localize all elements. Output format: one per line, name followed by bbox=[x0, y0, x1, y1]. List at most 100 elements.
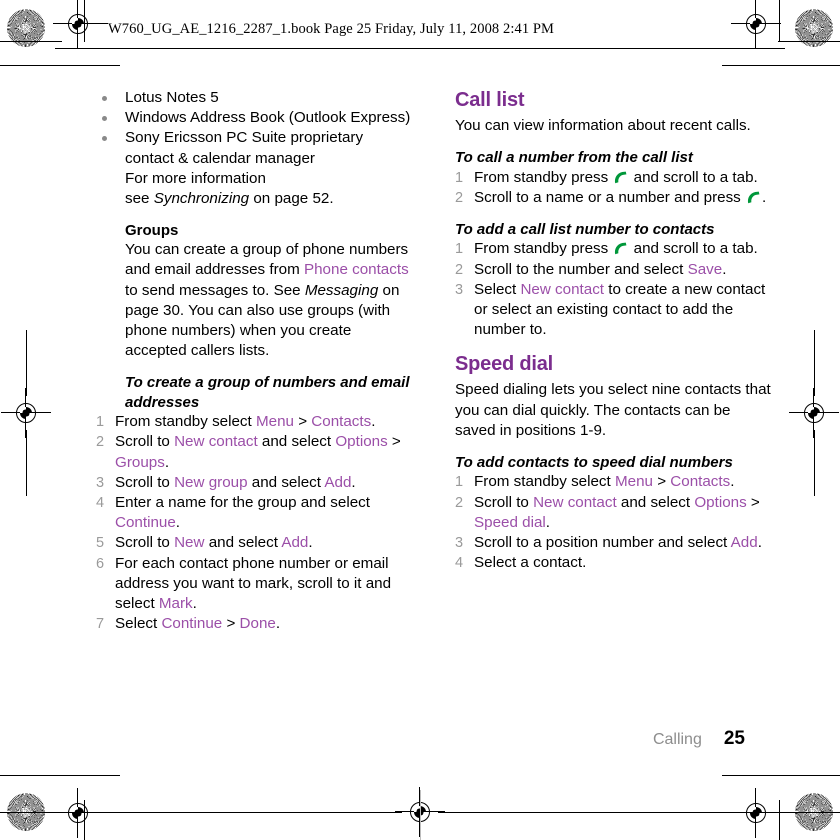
steps-add-speed-dial: From standby select Menu > Contacts. Scr… bbox=[455, 472, 775, 573]
step-text-end: . bbox=[308, 534, 313, 552]
groups-heading: Groups bbox=[125, 222, 179, 240]
step-item: Select a contact. bbox=[455, 553, 775, 573]
ui-term-add: Add bbox=[324, 473, 352, 491]
step-text-mid: and select bbox=[247, 473, 325, 491]
groups-paragraph: You can create a group of phone numbers … bbox=[125, 240, 416, 361]
step-text: From standby select bbox=[115, 413, 256, 431]
groups-section: Groups You can create a group of phone n… bbox=[96, 221, 416, 361]
step-text-end: . bbox=[722, 260, 727, 278]
ui-term-menu: Menu bbox=[255, 413, 294, 431]
task-heading-add-call-list-number: To add a call list number to contacts bbox=[455, 221, 715, 239]
step-text: Scroll to a position number and select bbox=[474, 534, 731, 552]
call-key-icon bbox=[613, 170, 628, 183]
steps-add-number-to-contacts: From standby press and scroll to a tab. … bbox=[455, 239, 775, 340]
registration-target-top-left bbox=[53, 0, 103, 49]
path-separator: > bbox=[293, 413, 312, 431]
cross-reference-title: Synchronizing bbox=[153, 190, 250, 208]
step-item: Scroll to New and select Add. bbox=[96, 533, 416, 553]
registration-target-left-middle bbox=[1, 388, 51, 438]
ui-term-continue: Continue bbox=[115, 514, 176, 532]
step-item: Scroll to New contact and select Options… bbox=[455, 493, 775, 533]
step-text: Scroll to bbox=[474, 493, 534, 511]
step-text: For each contact phone number or email a… bbox=[115, 554, 392, 613]
path-separator: > bbox=[222, 615, 240, 633]
list-item: Lotus Notes 5 bbox=[96, 88, 416, 108]
step-text-end: . bbox=[761, 188, 767, 206]
registration-target-bottom-right bbox=[731, 788, 781, 838]
ui-term-mark: Mark bbox=[158, 595, 193, 613]
page-number: 25 bbox=[723, 728, 745, 749]
step-text-end: . bbox=[371, 413, 376, 431]
list-item-line-3: For more information bbox=[125, 169, 266, 187]
ui-term-new-contact: New contact bbox=[174, 433, 258, 451]
path-separator: > bbox=[652, 473, 671, 491]
step-text: From standby select bbox=[474, 473, 615, 491]
list-item: Sony Ericsson PC Suite proprietary conta… bbox=[96, 128, 416, 209]
ui-term-speed-dial: Speed dial bbox=[474, 513, 546, 531]
ui-term-new-contact: New contact bbox=[533, 493, 617, 511]
step-text: Scroll to bbox=[115, 473, 175, 491]
ui-term-options: Options bbox=[335, 433, 388, 451]
ui-term-contacts: Contacts bbox=[670, 473, 731, 491]
cross-reference-page: on page 52. bbox=[249, 190, 334, 208]
call-key-icon bbox=[746, 190, 761, 204]
task-heading-call-number: To call a number from the call list bbox=[455, 149, 693, 167]
step-text-end: and scroll to a tab. bbox=[629, 168, 758, 186]
registration-target-top-right bbox=[731, 0, 781, 49]
supported-apps-list: Lotus Notes 5 Windows Address Book (Outl… bbox=[96, 88, 416, 209]
step-item: From standby select Menu > Contacts. bbox=[455, 472, 775, 492]
steps-call-from-call-list: From standby press and scroll to a tab. … bbox=[455, 168, 775, 209]
call-key-icon bbox=[613, 241, 628, 255]
step-text: Select bbox=[115, 615, 162, 633]
step-item: Select New contact to create a new conta… bbox=[455, 280, 775, 341]
registration-target-right-middle bbox=[789, 388, 839, 438]
step-text-end: and scroll to a tab. bbox=[629, 240, 758, 258]
step-text-mid: and select bbox=[616, 493, 695, 511]
step-item: From standby press and scroll to a tab. bbox=[455, 239, 775, 259]
ui-term-done: Done bbox=[239, 615, 276, 633]
step-item: Scroll to New group and select Add. bbox=[96, 473, 416, 493]
registration-target-bottom-center bbox=[395, 787, 445, 837]
ui-term-new-contact: New contact bbox=[520, 280, 605, 298]
step-item: For each contact phone number or email a… bbox=[96, 554, 416, 615]
step-item: Scroll to the number and select Save. bbox=[455, 260, 775, 280]
left-column: Lotus Notes 5 Windows Address Book (Outl… bbox=[96, 88, 416, 635]
path-separator: > bbox=[387, 433, 401, 451]
ui-term-new-group: New group bbox=[174, 473, 248, 491]
task-heading-create-group: To create a group of numbers and email a… bbox=[125, 374, 410, 411]
step-text: Scroll to a name or a number and press bbox=[474, 188, 745, 206]
list-item-label: Lotus Notes 5 bbox=[125, 89, 219, 106]
right-column: Call list You can view information about… bbox=[455, 88, 775, 574]
step-text-end: . bbox=[351, 473, 356, 491]
header-divider bbox=[55, 48, 785, 49]
step-text-end: . bbox=[175, 514, 181, 532]
cross-reference-prefix: see bbox=[125, 190, 154, 208]
step-item: From standby select Menu > Contacts. bbox=[96, 412, 416, 432]
step-text-end: . bbox=[730, 473, 735, 491]
ui-term-menu: Menu bbox=[614, 473, 653, 491]
step-item: Enter a name for the group and select Co… bbox=[96, 493, 416, 533]
step-text-end: . bbox=[164, 453, 170, 471]
step-text-end: . bbox=[192, 595, 197, 613]
list-item: Windows Address Book (Outlook Express) bbox=[96, 108, 416, 128]
step-text: From standby press bbox=[474, 240, 613, 258]
ui-term-phone-contacts: Phone contacts bbox=[303, 261, 409, 279]
registration-target-bottom-left bbox=[53, 788, 103, 838]
step-text: Scroll to the number and select bbox=[474, 260, 688, 278]
ui-term-options: Options bbox=[694, 493, 747, 511]
ui-term-new: New bbox=[174, 534, 205, 552]
step-item: Select Continue > Done. bbox=[96, 614, 416, 634]
task-heading-speed-dial: To add contacts to speed dial numbers bbox=[455, 454, 733, 472]
step-text-mid: and select bbox=[204, 534, 282, 552]
step-text: Select bbox=[474, 280, 521, 298]
step-text-end: . bbox=[545, 513, 551, 531]
step-item: From standby press and scroll to a tab. bbox=[455, 168, 775, 188]
step-item: Scroll to a position number and select A… bbox=[455, 533, 775, 553]
ui-term-contacts: Contacts bbox=[311, 413, 372, 431]
moire-circle-top-left bbox=[7, 9, 45, 47]
step-text: Select a contact. bbox=[474, 554, 587, 572]
step-text: From standby press bbox=[474, 168, 613, 186]
step-item: Scroll to New contact and select Options… bbox=[96, 432, 416, 472]
step-item: Scroll to a name or a number and press . bbox=[455, 188, 775, 208]
cross-reference-messaging: Messaging bbox=[304, 281, 379, 299]
